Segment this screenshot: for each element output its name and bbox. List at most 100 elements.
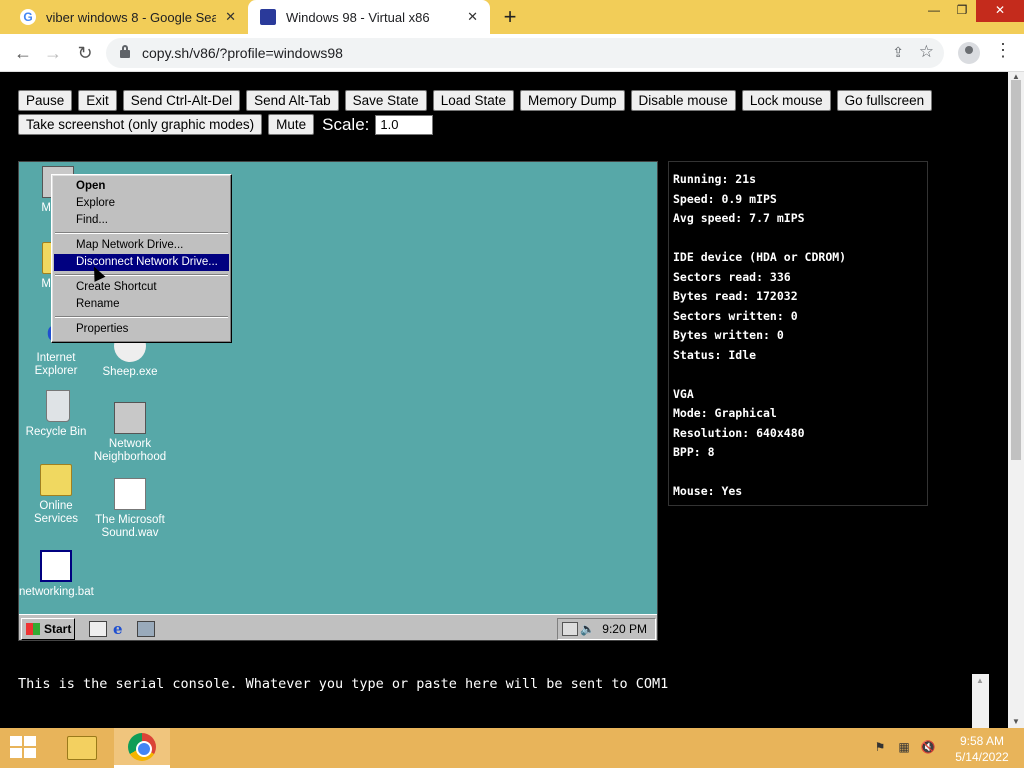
windows-logo-icon: [26, 623, 40, 635]
desktop-icon-label: Internet Explorer: [34, 352, 78, 377]
stat-sectors-read: Sectors read: 336: [673, 269, 791, 284]
clock-date: 5/14/2022: [955, 750, 1009, 764]
taskbar-chrome[interactable]: [114, 728, 170, 768]
clock-time: 9:58 AM: [959, 734, 1005, 748]
context-menu: Open Explore Find... Map Network Drive..…: [51, 174, 232, 343]
exit-button[interactable]: Exit: [78, 90, 117, 111]
recycle-bin-icon: [46, 390, 70, 422]
disable-mouse-button[interactable]: Disable mouse: [630, 90, 736, 111]
folder-icon: [40, 464, 72, 496]
lock-mouse-button[interactable]: Lock mouse: [741, 90, 831, 111]
menu-item-disconnect-network-drive[interactable]: Disconnect Network Drive...: [54, 254, 229, 271]
sound-file-icon: [114, 478, 146, 510]
desktop-icon-label: Online Services: [33, 500, 79, 525]
menu-kebab-icon[interactable]: ⋮: [994, 40, 1012, 61]
scale-label: Scale:: [322, 114, 370, 134]
channels-icon[interactable]: [137, 621, 155, 637]
reload-button[interactable]: ↻: [72, 40, 98, 66]
stat-sectors-written: Sectors written: 0: [673, 308, 798, 323]
send-ctrl-alt-del-button[interactable]: Send Ctrl-Alt-Del: [122, 90, 241, 111]
scroll-down-icon[interactable]: ▼: [1012, 717, 1020, 726]
close-tab-icon[interactable]: ✕: [225, 9, 236, 25]
send-alt-tab-button[interactable]: Send Alt-Tab: [246, 90, 339, 111]
page-scrollbar[interactable]: ▲ ▼: [1008, 72, 1024, 728]
menu-item-create-shortcut[interactable]: Create Shortcut: [54, 279, 229, 296]
action-center-flag-icon[interactable]: ⚑: [872, 740, 888, 756]
desktop-icon-networking-bat[interactable]: networking.bat: [19, 550, 94, 599]
tab-title: Windows 98 - Virtual x86: [286, 9, 430, 25]
stat-speed: Speed: 0.9 mIPS: [673, 191, 777, 206]
new-tab-button[interactable]: +: [498, 4, 522, 30]
desktop-icon-online-services[interactable]: Online Services: [19, 464, 93, 526]
browser-tab-strip: G viber windows 8 - Google Search ✕ Wind…: [0, 0, 1024, 34]
desktop-icon-label: Sheep.exe: [102, 366, 158, 378]
stat-bytes-written: Bytes written: 0: [673, 328, 784, 342]
windows-clock[interactable]: 9:58 AM 5/14/2022: [946, 733, 1018, 765]
stat-status: Status: Idle: [673, 347, 757, 362]
scrollbar-thumb[interactable]: [1011, 80, 1021, 460]
restore-button[interactable]: ❐: [946, 0, 978, 22]
tab-title: viber windows 8 - Google Search: [46, 9, 216, 25]
scroll-up-icon[interactable]: ▲: [976, 676, 984, 685]
scale-input[interactable]: [375, 114, 434, 135]
pause-button[interactable]: Pause: [18, 90, 73, 111]
tab-windows98[interactable]: Windows 98 - Virtual x86 ✕: [248, 0, 490, 34]
profile-avatar-icon[interactable]: [958, 42, 980, 64]
url-text[interactable]: copy.sh/v86/?profile=windows98: [142, 45, 343, 61]
menu-item-find[interactable]: Find...: [54, 212, 229, 229]
scheduler-icon[interactable]: [562, 622, 578, 636]
take-screenshot-button[interactable]: Take screenshot (only graphic modes): [18, 114, 263, 135]
stat-avg-speed: Avg speed: 7.7 mIPS: [673, 211, 805, 225]
tab-google-search[interactable]: G viber windows 8 - Google Search ✕: [8, 0, 248, 34]
menu-item-properties[interactable]: Properties: [54, 321, 229, 338]
back-button[interactable]: ←: [10, 40, 36, 66]
batch-file-icon: [40, 550, 72, 582]
stat-bytes-read: Bytes read: 172032: [673, 289, 798, 303]
stat-vga-header: VGA: [673, 386, 694, 401]
serial-console-scrollbar[interactable]: ▲: [972, 674, 989, 728]
save-state-button[interactable]: Save State: [344, 90, 427, 111]
load-state-button[interactable]: Load State: [432, 90, 514, 111]
menu-item-open[interactable]: Open: [54, 178, 229, 195]
mute-button[interactable]: Mute: [268, 114, 315, 135]
menu-item-map-network-drive[interactable]: Map Network Drive...: [54, 237, 229, 254]
bookmark-star-icon[interactable]: ☆: [919, 42, 934, 62]
memory-dump-button[interactable]: Memory Dump: [520, 90, 625, 111]
start-button[interactable]: Start: [21, 618, 75, 640]
chrome-icon: [128, 732, 156, 761]
internet-explorer-quicklaunch-icon[interactable]: e: [113, 621, 131, 637]
windows-taskbar: ⚑ ▦ 🔇 9:58 AM 5/14/2022: [0, 728, 1024, 768]
stat-bpp: BPP: 8: [673, 445, 715, 459]
go-fullscreen-button[interactable]: Go fullscreen: [836, 90, 933, 111]
menu-item-rename[interactable]: Rename: [54, 296, 229, 313]
desktop-icon-microsoft-sound[interactable]: The Microsoft Sound.wav: [91, 478, 169, 540]
stat-running: Running: 21s: [673, 172, 757, 186]
taskbar-file-explorer[interactable]: [54, 728, 110, 768]
volume-icon[interactable]: 🔈: [580, 622, 596, 636]
windows-system-tray: ⚑ ▦ 🔇: [872, 740, 936, 756]
win98-clock[interactable]: 9:20 PM: [602, 622, 647, 636]
lock-icon[interactable]: [120, 45, 130, 58]
win98-system-tray: 🔈 9:20 PM: [557, 618, 656, 640]
windows-start-icon[interactable]: [10, 736, 38, 760]
stat-mouse: Mouse: Yes: [673, 484, 743, 498]
desktop-icon-label: The Microsoft Sound.wav: [95, 514, 165, 539]
desktop-icon-network-neighborhood[interactable]: Network Neighborhood: [91, 402, 169, 464]
start-label: Start: [44, 622, 72, 636]
show-desktop-icon[interactable]: [89, 621, 107, 637]
share-icon[interactable]: ⇪: [892, 44, 904, 61]
close-tab-icon[interactable]: ✕: [467, 9, 478, 25]
desktop-icon-label: networking.bat: [19, 586, 94, 598]
close-window-button[interactable]: ✕: [976, 0, 1024, 22]
volume-muted-icon[interactable]: 🔇: [920, 740, 936, 756]
network-tray-icon[interactable]: ▦: [896, 740, 912, 756]
omnibox[interactable]: copy.sh/v86/?profile=windows98 ⇪ ☆: [106, 38, 944, 68]
forward-button[interactable]: →: [40, 40, 66, 66]
emulator-screen[interactable]: My Co My Do e Internet Explorer Sheep.ex…: [18, 161, 658, 641]
menu-separator: [55, 232, 228, 234]
file-explorer-icon: [67, 736, 97, 760]
serial-console[interactable]: This is the serial console. Whatever you…: [18, 674, 972, 728]
menu-item-explore[interactable]: Explore: [54, 195, 229, 212]
network-icon: [114, 402, 146, 434]
desktop-icon-recycle-bin[interactable]: Recycle Bin: [19, 390, 93, 439]
